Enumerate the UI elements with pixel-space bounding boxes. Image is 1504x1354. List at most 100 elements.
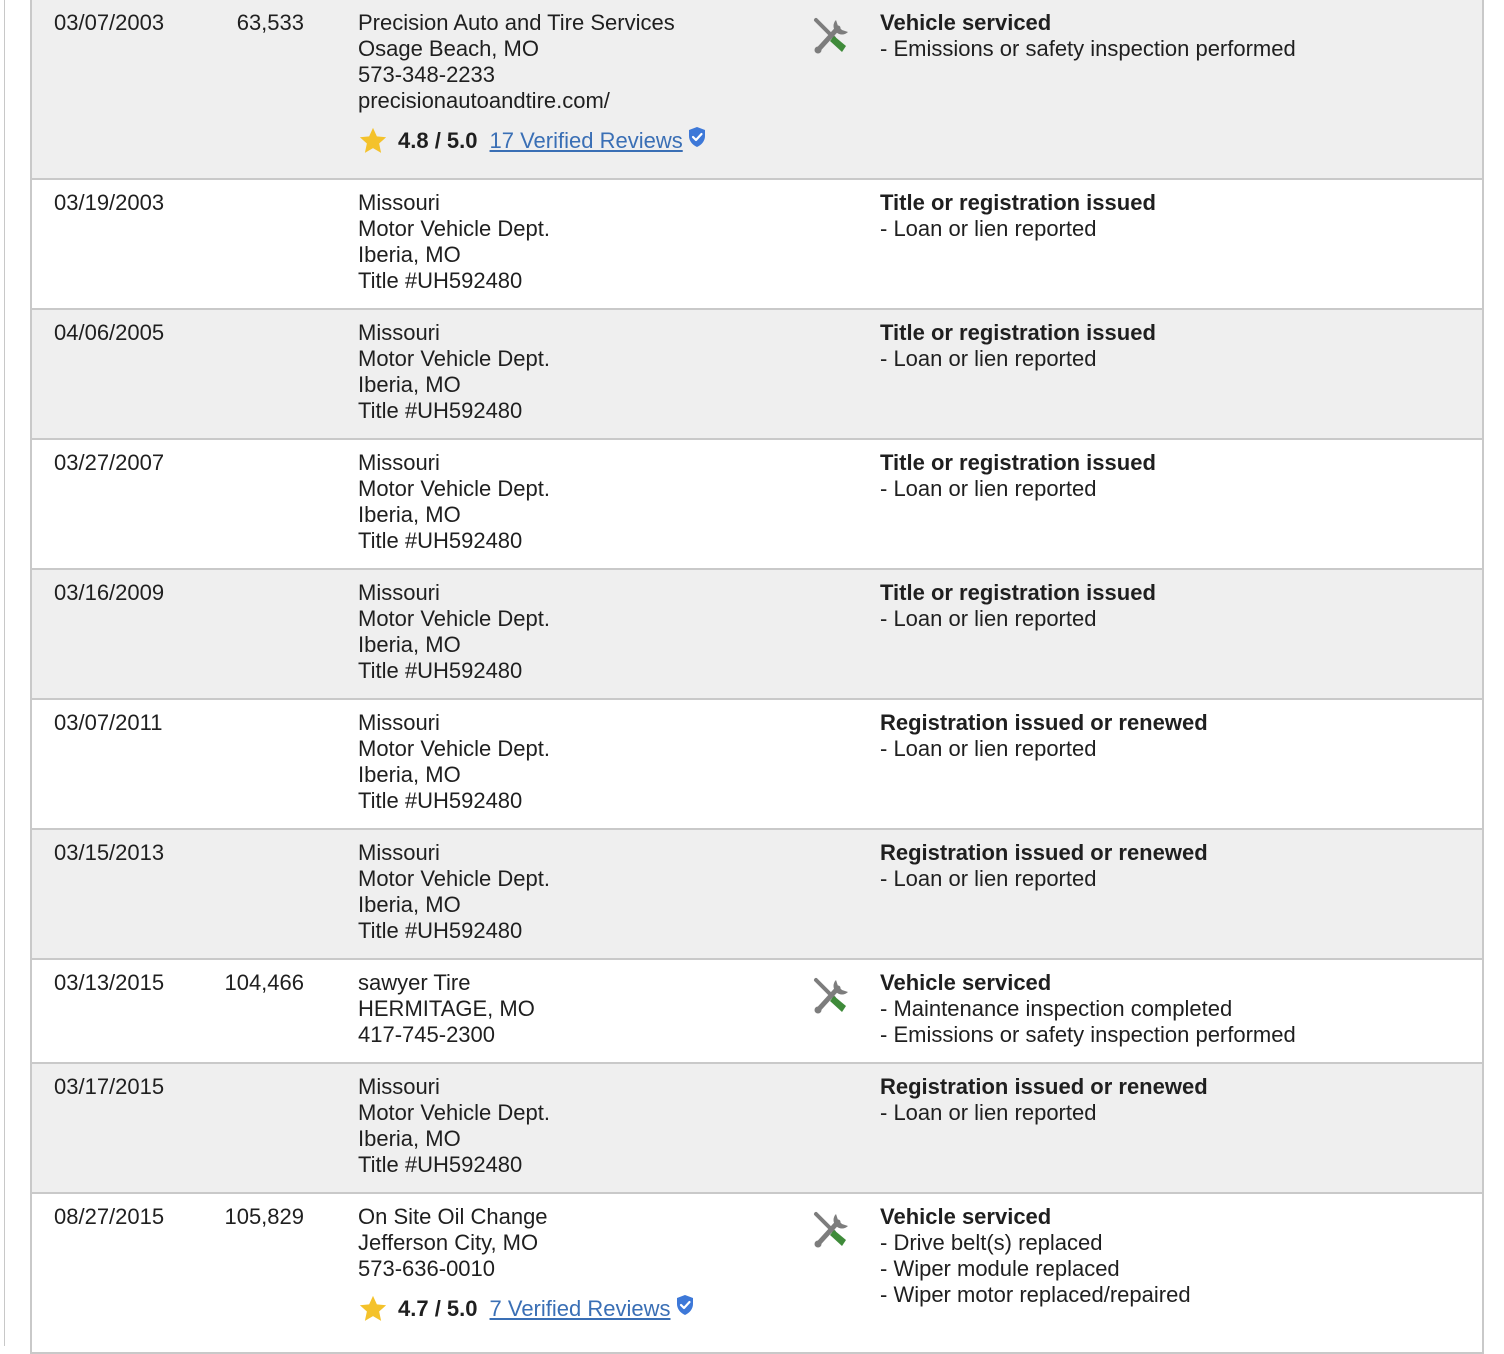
source-line: Iberia, MO xyxy=(358,1126,461,1151)
source-line: Motor Vehicle Dept. xyxy=(358,1100,550,1125)
record-headline: Vehicle serviced xyxy=(880,10,1052,35)
record-date: 03/15/2013 xyxy=(54,840,165,865)
record-source: sawyer Tire HERMITAGE, MO 417-745-2300 xyxy=(358,970,535,1048)
page-left-rule xyxy=(4,0,5,1346)
record-headline: Title or registration issued xyxy=(880,320,1156,345)
source-line: Iberia, MO xyxy=(358,892,461,917)
vehicle-history-table: 03/07/2003 63,533 Precision Auto and Tire … xyxy=(30,0,1484,1354)
source-line: Motor Vehicle Dept. xyxy=(358,606,550,631)
source-website-link[interactable]: precisionautoandtire.com/ xyxy=(358,88,707,114)
record-detail: - Loan or lien reported xyxy=(880,866,1097,891)
record-date: 04/06/2005 xyxy=(54,320,165,345)
source-line: Iberia, MO xyxy=(358,632,461,657)
source-line: Iberia, MO xyxy=(358,502,461,527)
source-line: 573-636-0010 xyxy=(358,1256,496,1281)
record-detail: - Loan or lien reported xyxy=(880,476,1097,501)
record-detail: - Emissions or safety inspection perform… xyxy=(880,36,1296,61)
record-detail: - Loan or lien reported xyxy=(880,736,1097,761)
record-headline: Title or registration issued xyxy=(880,450,1156,475)
source-line: Title #UH592480 xyxy=(358,398,523,423)
record-detail: - Loan or lien reported xyxy=(880,346,1097,371)
record-source: Missouri Motor Vehicle Dept. Iberia, MO Tit… xyxy=(358,840,550,944)
source-line: Missouri xyxy=(358,450,440,475)
record-comments: Vehicle serviced - Emissions or safety in… xyxy=(880,10,1296,62)
history-record-row: 03/13/2015 104,466 sawyer Tire HERMITAGE, M… xyxy=(32,960,1482,1064)
record-comments: Registration issued or renewed - Loan or … xyxy=(880,710,1208,762)
history-record-row: 03/17/2015 Missouri Motor Vehicle Dept. Ibe… xyxy=(32,1064,1482,1194)
record-comments: Vehicle serviced - Drive belt(s) replaced… xyxy=(880,1204,1191,1308)
source-line: Title #UH592480 xyxy=(358,658,523,683)
record-detail: - Loan or lien reported xyxy=(880,1100,1097,1125)
rating-score: 4.7 / 5.0 xyxy=(398,1296,478,1321)
record-date: 08/27/2015 xyxy=(54,1204,165,1229)
source-line: On Site Oil Change xyxy=(358,1204,548,1229)
record-comments: Title or registration issued - Loan or li… xyxy=(880,320,1156,372)
record-date: 03/07/2011 xyxy=(54,710,163,735)
source-line: Motor Vehicle Dept. xyxy=(358,736,550,761)
record-detail: - Emissions or safety inspection perform… xyxy=(880,1022,1296,1047)
source-line: sawyer Tire xyxy=(358,970,471,995)
source-line: Missouri xyxy=(358,710,440,735)
source-line: Iberia, MO xyxy=(358,242,461,267)
record-mileage: 104,466 xyxy=(224,970,304,995)
record-headline: Registration issued or renewed xyxy=(880,710,1208,735)
record-source: On Site Oil Change Jefferson City, MO 573-… xyxy=(358,1204,695,1324)
source-line: Motor Vehicle Dept. xyxy=(358,866,550,891)
record-headline: Vehicle serviced xyxy=(880,970,1052,995)
wrench-screwdriver-icon xyxy=(810,974,854,1018)
wrench-screwdriver-icon xyxy=(810,1208,854,1252)
history-record-row: 04/06/2005 Missouri Motor Vehicle Dept. Ibe… xyxy=(32,310,1482,440)
record-date: 03/27/2007 xyxy=(54,450,165,475)
source-line: Title #UH592480 xyxy=(358,788,523,813)
source-line: 417-745-2300 xyxy=(358,1022,496,1047)
record-comments: Registration issued or renewed - Loan or … xyxy=(880,1074,1208,1126)
source-line: Title #UH592480 xyxy=(358,1152,523,1177)
source-line: 573-348-2233 xyxy=(358,62,496,87)
source-line: Missouri xyxy=(358,320,440,345)
record-source: Missouri Motor Vehicle Dept. Iberia, MO Tit… xyxy=(358,1074,550,1178)
source-line: Motor Vehicle Dept. xyxy=(358,216,550,241)
record-source: Missouri Motor Vehicle Dept. Iberia, MO Tit… xyxy=(358,710,550,814)
verified-reviews-link[interactable]: 17 Verified Reviews xyxy=(490,128,683,154)
source-line: Missouri xyxy=(358,580,440,605)
history-record-row: 03/07/2003 63,533 Precision Auto and Tire … xyxy=(32,0,1482,180)
record-date: 03/19/2003 xyxy=(54,190,165,215)
source-line: Jefferson City, MO xyxy=(358,1230,539,1255)
source-rating: 4.8 / 5.0 17 Verified Reviews xyxy=(358,126,707,156)
record-detail: - Wiper module replaced xyxy=(880,1256,1120,1281)
record-detail: - Drive belt(s) replaced xyxy=(880,1230,1103,1255)
record-headline: Registration issued or renewed xyxy=(880,1074,1208,1099)
verified-reviews-link[interactable]: 7 Verified Reviews xyxy=(490,1296,671,1322)
source-line: Title #UH592480 xyxy=(358,528,523,553)
history-record-row: 03/19/2003 Missouri Motor Vehicle Dept. Ibe… xyxy=(32,180,1482,310)
record-mileage: 105,829 xyxy=(224,1204,304,1229)
record-source: Missouri Motor Vehicle Dept. Iberia, MO Tit… xyxy=(358,580,550,684)
source-rating: 4.7 / 5.0 7 Verified Reviews xyxy=(358,1294,695,1324)
verified-shield-icon xyxy=(688,127,705,147)
history-record-row: 03/07/2011 Missouri Motor Vehicle Dept. Ibe… xyxy=(32,700,1482,830)
source-line: Missouri xyxy=(358,1074,440,1099)
record-source: Missouri Motor Vehicle Dept. Iberia, MO Tit… xyxy=(358,320,550,424)
record-date: 03/13/2015 xyxy=(54,970,165,995)
source-line: Title #UH592480 xyxy=(358,268,523,293)
record-comments: Vehicle serviced - Maintenance inspection… xyxy=(880,970,1296,1048)
source-line: Iberia, MO xyxy=(358,372,461,397)
record-source: Missouri Motor Vehicle Dept. Iberia, MO Tit… xyxy=(358,450,550,554)
record-date: 03/16/2009 xyxy=(54,580,165,605)
record-headline: Registration issued or renewed xyxy=(880,840,1208,865)
record-comments: Title or registration issued - Loan or li… xyxy=(880,580,1156,632)
record-date: 03/17/2015 xyxy=(54,1074,165,1099)
source-line: Missouri xyxy=(358,840,440,865)
record-date: 03/07/2003 xyxy=(54,10,165,35)
source-line: Osage Beach, MO xyxy=(358,36,539,61)
source-line: Motor Vehicle Dept. xyxy=(358,476,550,501)
history-record-row: 03/15/2013 Missouri Motor Vehicle Dept. Ibe… xyxy=(32,830,1482,960)
source-line: Motor Vehicle Dept. xyxy=(358,346,550,371)
wrench-screwdriver-icon xyxy=(810,14,854,58)
record-headline: Vehicle serviced xyxy=(880,1204,1052,1229)
record-detail: - Maintenance inspection completed xyxy=(880,996,1233,1021)
record-source: Missouri Motor Vehicle Dept. Iberia, MO Tit… xyxy=(358,190,550,294)
star-icon xyxy=(359,127,387,153)
source-line: Precision Auto and Tire Services xyxy=(358,10,675,35)
record-comments: Registration issued or renewed - Loan or … xyxy=(880,840,1208,892)
